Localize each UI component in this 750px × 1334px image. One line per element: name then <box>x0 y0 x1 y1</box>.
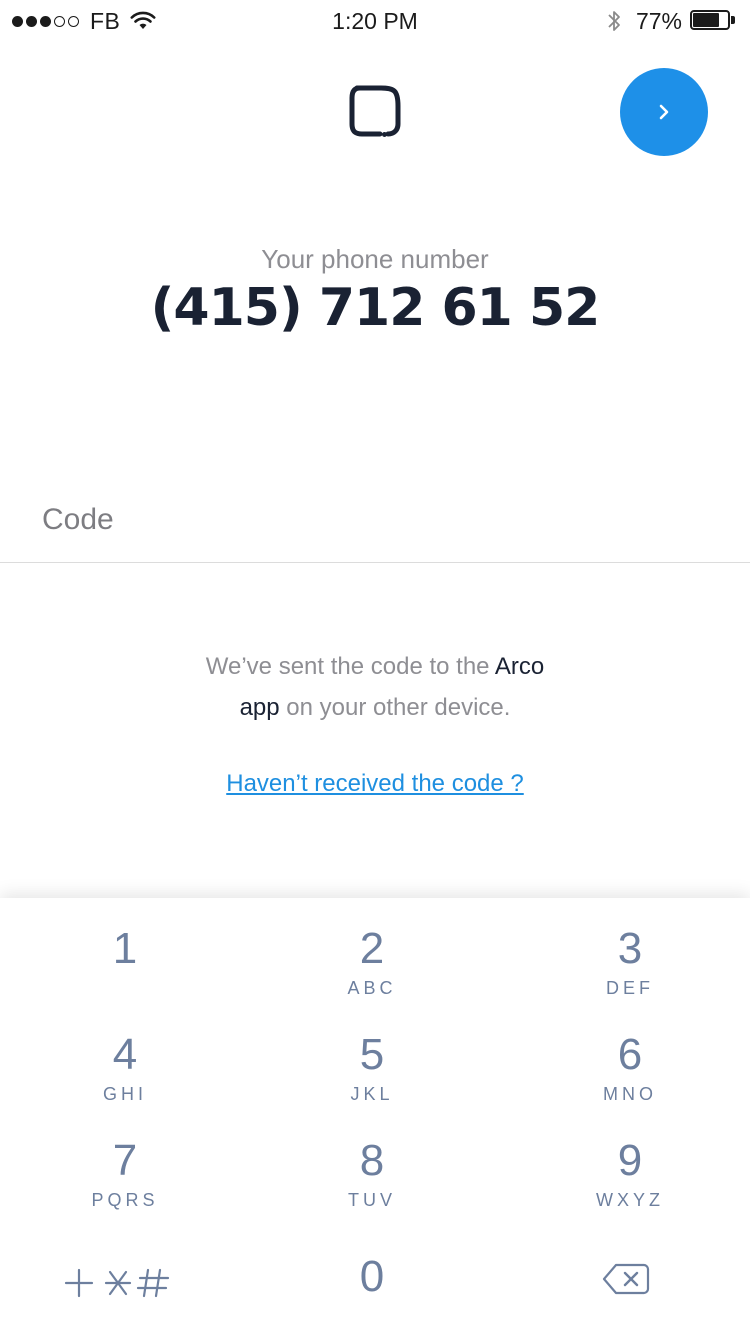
message-text: We’ve sent the code to the <box>205 653 495 680</box>
key-4[interactable]: 4 GHI <box>0 1004 250 1110</box>
key-letters: TUV <box>348 1190 396 1210</box>
arco-logo-icon <box>349 85 401 137</box>
key-digit: 8 <box>359 1136 385 1185</box>
app-name: Arco <box>494 653 545 680</box>
key-2[interactable]: 2 ABC <box>247 898 497 1004</box>
battery-percent: 77% <box>635 7 682 34</box>
resend-code-link[interactable]: Haven’t received the code ? <box>0 770 750 798</box>
plus-star-hash-icon[interactable] <box>64 1266 172 1300</box>
status-bar: FB 1:20 PM 77% <box>0 0 750 40</box>
bluetooth-icon <box>608 11 620 31</box>
key-digit: 7 <box>112 1136 138 1185</box>
app-name-suffix: app <box>239 694 280 721</box>
battery-status: 77% <box>606 6 736 36</box>
key-1[interactable]: 1 <box>0 898 250 1004</box>
key-digit: 1 <box>112 924 138 973</box>
key-digit: 2 <box>359 924 385 973</box>
sent-code-message: We’ve sent the code to the Arco app on yo… <box>150 646 600 728</box>
key-8[interactable]: 8 TUV <box>247 1110 497 1216</box>
divider <box>0 562 750 563</box>
key-digit: 3 <box>617 924 643 973</box>
next-button[interactable] <box>620 68 708 156</box>
chevron-right-icon <box>659 104 669 120</box>
key-3[interactable]: 3 DEF <box>505 898 750 1004</box>
key-5[interactable]: 5 JKL <box>247 1004 497 1110</box>
key-0[interactable]: 0 <box>247 1228 497 1318</box>
key-letters: ABC <box>347 978 397 998</box>
message-text-end: on your other device. <box>279 694 511 721</box>
key-digit: 9 <box>617 1136 643 1185</box>
key-7[interactable]: 7 PQRS <box>0 1110 250 1216</box>
code-input[interactable] <box>42 490 702 550</box>
key-digit: 5 <box>359 1030 385 1079</box>
key-digit: 0 <box>359 1252 385 1301</box>
battery-icon <box>690 10 736 32</box>
key-digit: 4 <box>112 1030 138 1079</box>
key-letters: WXYZ <box>596 1190 664 1210</box>
key-letters: DEF <box>606 978 654 998</box>
backspace-icon[interactable] <box>602 1262 650 1296</box>
key-letters: MNO <box>603 1084 657 1104</box>
key-digit: 6 <box>617 1030 643 1079</box>
phone-number: (415) 712 61 52 <box>150 278 601 338</box>
key-letters: JKL <box>350 1084 394 1104</box>
battery-fill <box>693 13 719 27</box>
key-9[interactable]: 9 WXYZ <box>505 1110 750 1216</box>
phone-label: Your phone number <box>261 244 489 274</box>
key-letters: PQRS <box>91 1190 159 1210</box>
numeric-keypad: 1 2 ABC 3 DEF 4 GHI 5 JKL 6 MNO 7 PQRS 8… <box>0 898 750 1334</box>
key-6[interactable]: 6 MNO <box>505 1004 750 1110</box>
key-letters: GHI <box>102 1084 147 1104</box>
